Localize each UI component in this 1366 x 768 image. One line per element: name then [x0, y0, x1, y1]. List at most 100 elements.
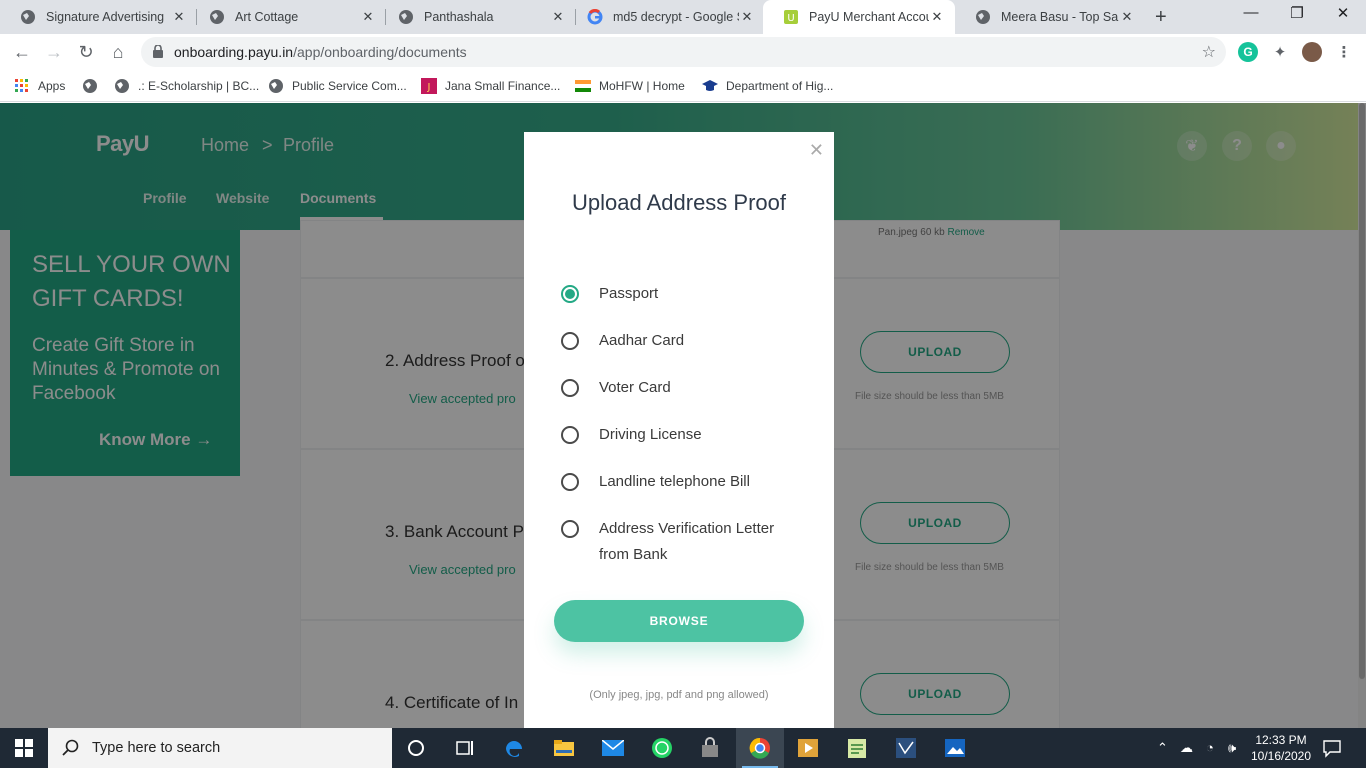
chrome-icon[interactable] [736, 728, 784, 768]
file-explorer-icon[interactable] [540, 728, 588, 768]
security-app-icon[interactable] [686, 728, 734, 768]
option-driving-license[interactable]: Driving License [561, 425, 799, 448]
close-tab-icon[interactable]: ✕ [1119, 9, 1135, 25]
bookmarks-bar: Apps .: E-Scholarship | BC... Public Ser… [0, 70, 1366, 102]
bookmark-jana-bank[interactable]: J Jana Small Finance... [421, 76, 560, 96]
globe-icon [976, 10, 990, 24]
option-bank-letter[interactable]: Address Verification Letter from Bank [561, 519, 799, 568]
radio[interactable] [561, 379, 579, 397]
photos-glyph-icon [945, 739, 965, 757]
option-voter[interactable]: Voter Card [561, 378, 799, 401]
profile-avatar[interactable] [1302, 42, 1322, 62]
notepad-icon[interactable] [833, 728, 881, 768]
browser-tab-active[interactable]: U PayU Merchant Accoun ✕ [763, 0, 955, 34]
clock-time: 12:33 PM [1255, 733, 1307, 747]
tab-title: md5 decrypt - Google S [613, 10, 739, 24]
whatsapp-icon[interactable] [638, 728, 686, 768]
close-window-icon[interactable]: ✕ [1320, 4, 1366, 22]
close-tab-icon[interactable]: ✕ [550, 9, 566, 25]
bookmark-star-icon[interactable]: ☆ [1202, 42, 1216, 62]
media-player-icon[interactable] [784, 728, 832, 768]
bookmark-escholarship[interactable]: .: E-Scholarship | BC... [114, 76, 259, 96]
option-label: Address Verification Letter from Bank [599, 520, 775, 563]
globe-icon [210, 10, 224, 24]
wifi-icon[interactable]: ◔ [1206, 740, 1214, 755]
bookmark-department[interactable]: Department of Hig... [702, 76, 833, 96]
start-button[interactable] [0, 728, 48, 768]
svg-text:J: J [427, 82, 431, 93]
browser-tab[interactable]: md5 decrypt - Google S ✕ [567, 0, 765, 34]
edge-icon[interactable] [490, 728, 538, 768]
cortana-icon[interactable] [392, 728, 440, 768]
close-tab-icon[interactable]: ✕ [739, 9, 755, 25]
task-view-glyph-icon [456, 741, 473, 755]
tab-title: Meera Basu - Top Saree [1001, 10, 1119, 24]
task-view-icon[interactable] [440, 728, 488, 768]
envelope-icon [602, 740, 624, 756]
browse-button[interactable]: BROWSE [554, 600, 804, 642]
onedrive-cloud-icon[interactable]: ☁ [1180, 740, 1193, 756]
volume-icon[interactable]: 🕪 [1228, 740, 1236, 756]
google-icon [587, 9, 603, 25]
url-path: /app/onboarding/documents [293, 44, 467, 60]
bookmark-globe[interactable] [82, 76, 106, 96]
close-tab-icon[interactable]: ✕ [929, 9, 945, 25]
minimize-icon[interactable]: — [1228, 4, 1274, 21]
bookmark-label: MoHFW | Home [599, 79, 685, 93]
apps-grid-icon [15, 79, 28, 92]
browser-tab[interactable]: Art Cottage ✕ [189, 0, 386, 34]
globe-icon [269, 79, 283, 93]
bookmark-label: Department of Hig... [726, 79, 834, 93]
taskbar-clock[interactable]: 12:33 PM 10/16/2020 [1246, 732, 1316, 764]
browser-tab[interactable]: Panthashala ✕ [378, 0, 576, 34]
close-modal-icon[interactable]: ✕ [809, 140, 824, 161]
bookmark-label: Jana Small Finance... [445, 79, 561, 93]
close-tab-icon[interactable]: ✕ [171, 9, 187, 25]
bookmark-label: Public Service Com... [292, 79, 407, 93]
radio[interactable] [561, 332, 579, 350]
option-label: Voter Card [599, 379, 671, 396]
back-icon[interactable]: ← [10, 40, 34, 64]
tray-chevron-icon[interactable]: ⌃ [1157, 740, 1168, 756]
forward-icon[interactable]: → [42, 40, 66, 64]
browser-tab[interactable]: Signature Advertising ✕ [0, 0, 197, 34]
play-icon [798, 739, 818, 757]
option-aadhar[interactable]: Aadhar Card [561, 331, 799, 354]
mail-icon[interactable] [589, 728, 637, 768]
payu-favicon-icon: U [784, 10, 798, 24]
bookmark-apps[interactable]: Apps [14, 76, 65, 96]
notifications-icon[interactable] [1322, 738, 1342, 763]
close-tab-icon[interactable]: ✕ [360, 9, 376, 25]
bookmark-public-service[interactable]: Public Service Com... [268, 76, 407, 96]
svg-text:U: U [787, 13, 794, 24]
tab-title: Signature Advertising [46, 10, 165, 24]
new-tab-icon[interactable]: + [1155, 6, 1167, 29]
radio[interactable] [561, 473, 579, 491]
graduation-cap-icon [702, 80, 718, 91]
grammarly-extension-icon[interactable]: G [1238, 42, 1258, 62]
radio[interactable] [561, 426, 579, 444]
option-passport[interactable]: Passport [561, 284, 799, 307]
browser-tab[interactable]: Meera Basu - Top Saree ✕ [955, 0, 1145, 34]
address-bar[interactable]: onboarding.payu.in/app/onboarding/docume… [141, 37, 1226, 67]
extensions-puzzle-icon[interactable]: ✦ [1270, 42, 1290, 62]
photos-icon[interactable] [931, 728, 979, 768]
restore-icon[interactable]: ❐ [1274, 4, 1320, 22]
url-text: onboarding.payu.in/app/onboarding/docume… [174, 44, 467, 60]
windows-logo-icon [15, 739, 33, 757]
bookmark-mohfw[interactable]: MoHFW | Home [575, 76, 685, 96]
lock-bag-icon [702, 737, 718, 757]
option-label: Passport [599, 285, 659, 302]
mysql-workbench-icon[interactable] [882, 728, 930, 768]
option-landline-bill[interactable]: Landline telephone Bill [561, 472, 799, 495]
globe-icon [115, 79, 129, 93]
windows-taskbar: Type here to search ⌃ ☁ ◔ 🕪 12:33 PM 10/… [0, 728, 1366, 768]
reload-icon[interactable]: ↻ [74, 40, 98, 64]
home-icon[interactable]: ⌂ [106, 40, 130, 64]
search-icon [62, 739, 79, 756]
menu-kebab-icon[interactable]: ⋮ [1334, 42, 1354, 62]
taskbar-search[interactable]: Type here to search [48, 728, 392, 768]
radio-selected[interactable] [561, 285, 579, 303]
radio[interactable] [561, 520, 579, 538]
tab-title: Art Cottage [235, 10, 299, 24]
